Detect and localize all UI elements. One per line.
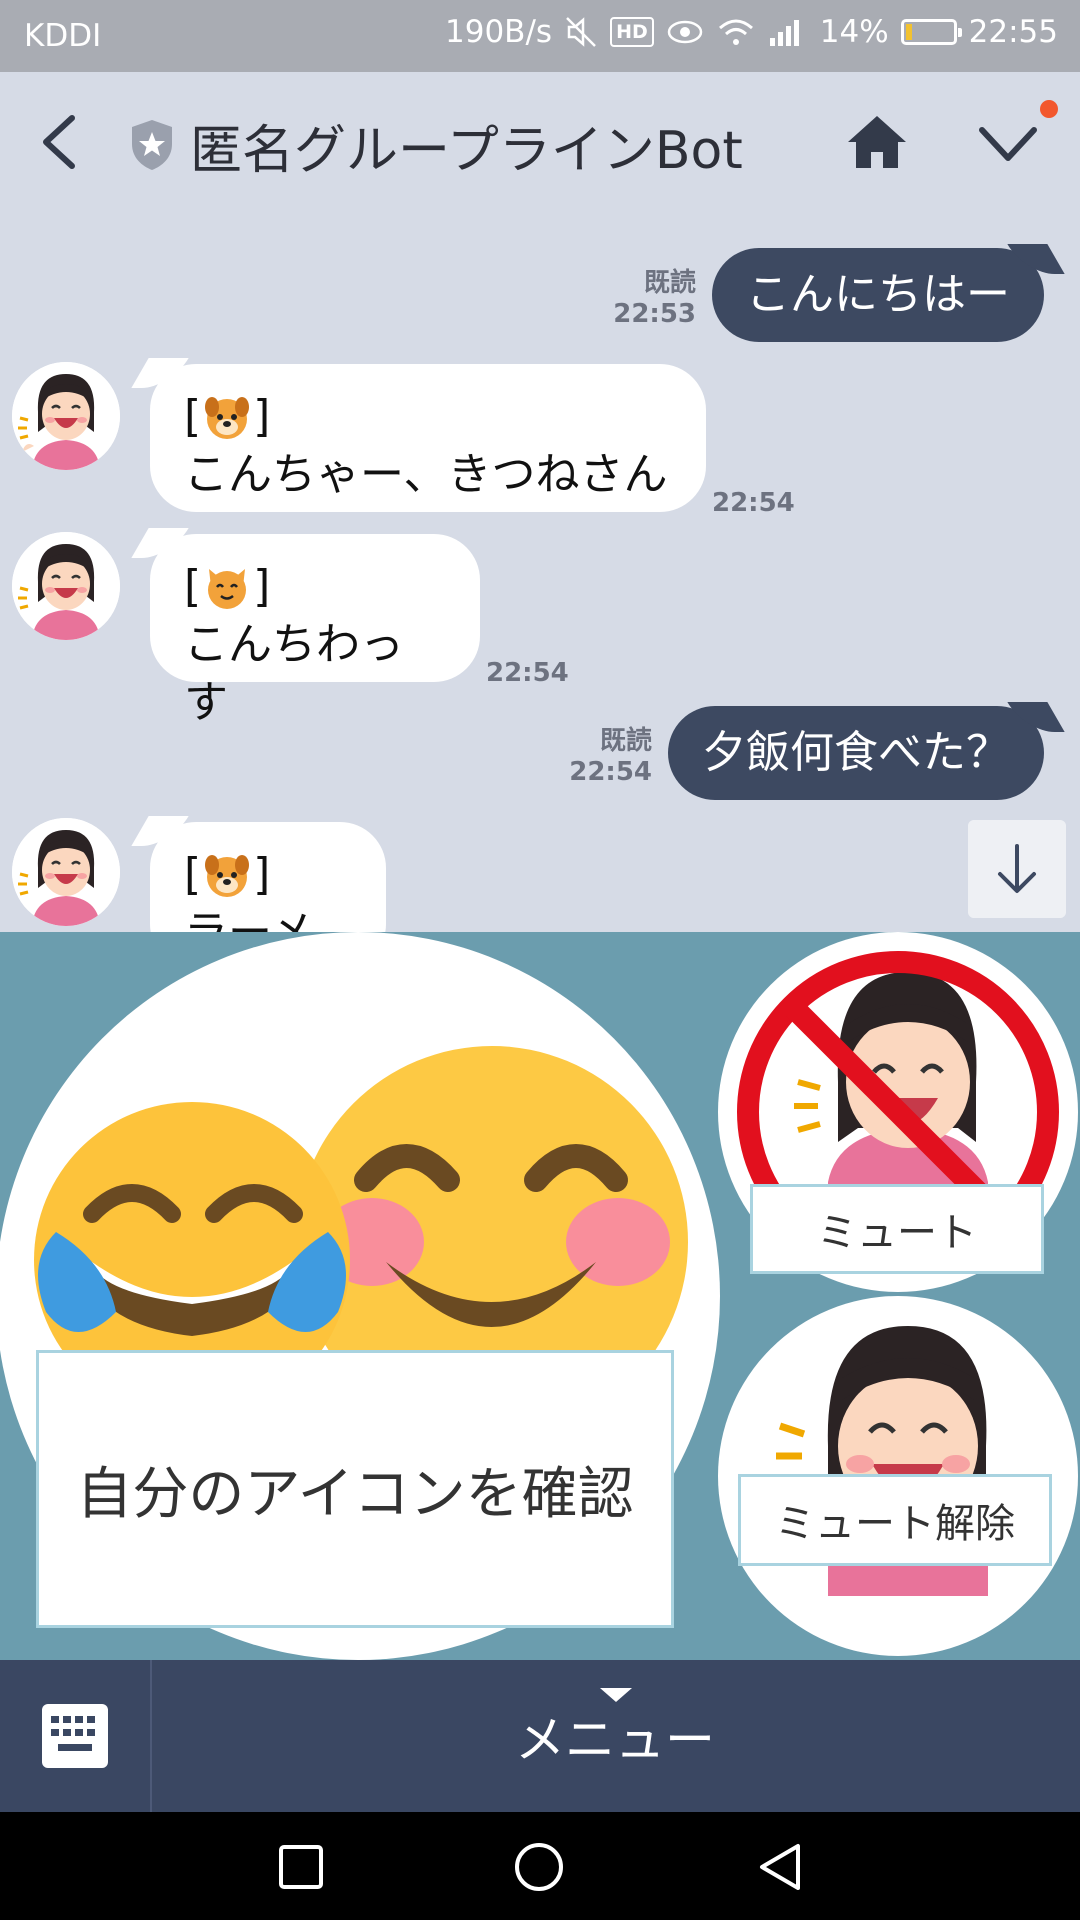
message-time: 22:54 bbox=[569, 757, 652, 787]
sender-tag: [ ] bbox=[184, 391, 271, 442]
network-speed: 190B/s bbox=[445, 14, 553, 50]
status-bar: KDDI 190B/s HD 14% 22:55 bbox=[0, 0, 1080, 72]
rich-menu: 自分のアイコンを確認 ミュート ミュート解除 bbox=[0, 932, 1080, 1660]
avatar[interactable] bbox=[12, 818, 120, 926]
wifi-icon bbox=[718, 19, 753, 45]
read-receipt: 既読 22:54 bbox=[556, 720, 652, 787]
check-icon-tile[interactable]: 自分のアイコンを確認 bbox=[0, 932, 720, 1660]
chat-title: 匿名グループラインBot bbox=[190, 121, 743, 181]
menu-label: メニュー bbox=[515, 1711, 715, 1769]
carrier-name: KDDI bbox=[24, 18, 102, 54]
chat-header: 匿名グループラインBot bbox=[0, 72, 1080, 212]
message-text: ラーメン bbox=[184, 904, 352, 932]
home-icon[interactable] bbox=[846, 112, 908, 172]
sender-tag: [ ] bbox=[184, 561, 271, 612]
message-time: 22:54 bbox=[486, 658, 569, 688]
chat-area[interactable]: 既読 22:53 こんにちはー [ ] こんちゃー、きつねさん 22:54 [ … bbox=[0, 212, 1080, 932]
message-text: 夕飯何食べた？ bbox=[702, 727, 1010, 778]
message-time: 22:53 bbox=[613, 299, 696, 329]
girl-avatar-icon bbox=[12, 818, 120, 926]
incoming-message[interactable]: [ ] こんちゃー、きつねさん bbox=[150, 364, 706, 512]
shield-star-icon bbox=[132, 120, 172, 170]
battery-icon bbox=[900, 19, 962, 45]
dog-face-icon bbox=[203, 851, 251, 899]
unmute-label: ミュート解除 bbox=[775, 1501, 1015, 1547]
check-my-icon-button[interactable]: 自分のアイコンを確認 bbox=[36, 1350, 674, 1628]
notification-dot bbox=[1040, 100, 1058, 118]
check-my-icon-label: 自分のアイコンを確認 bbox=[76, 1461, 634, 1527]
menu-toggle[interactable]: メニュー bbox=[150, 1660, 1080, 1812]
hd-badge: HD bbox=[610, 17, 654, 47]
girl-avatar-icon bbox=[12, 532, 120, 640]
home-circle-icon[interactable] bbox=[514, 1842, 564, 1892]
unmute-button[interactable]: ミュート解除 bbox=[738, 1474, 1052, 1566]
mute-button[interactable]: ミュート bbox=[750, 1184, 1044, 1274]
message-text: こんちわっす bbox=[184, 619, 404, 728]
incoming-message[interactable]: [ ] ラーメン bbox=[150, 822, 386, 932]
avatar[interactable] bbox=[12, 532, 120, 640]
chevron-down-icon[interactable] bbox=[976, 118, 1040, 168]
incoming-message[interactable]: [ ] こんちわっす bbox=[150, 534, 480, 728]
clock: 22:55 bbox=[968, 14, 1058, 50]
message-time: 22:54 bbox=[712, 488, 795, 518]
unmute-tile[interactable]: ミュート解除 bbox=[718, 1296, 1078, 1656]
outgoing-message[interactable]: 夕飯何食べた？ bbox=[668, 706, 1044, 800]
menu-bar: メニュー bbox=[0, 1660, 1080, 1812]
system-nav-bar bbox=[0, 1812, 1080, 1920]
chevron-left-icon[interactable] bbox=[38, 112, 82, 172]
mute-icon bbox=[566, 17, 596, 47]
mute-label: ミュート bbox=[817, 1210, 977, 1256]
keyboard-toggle[interactable] bbox=[0, 1660, 152, 1812]
message-text: こんちゃー、きつねさん bbox=[184, 449, 668, 500]
dog-face-icon bbox=[203, 393, 251, 441]
message-text: こんにちはー bbox=[746, 269, 1010, 320]
girl-avatar-icon bbox=[12, 362, 120, 470]
mute-tile[interactable]: ミュート bbox=[718, 932, 1078, 1292]
back-triangle-icon[interactable] bbox=[756, 1842, 804, 1892]
keyboard-icon bbox=[42, 1704, 108, 1768]
outgoing-message[interactable]: こんにちはー bbox=[712, 248, 1044, 342]
cat-face-icon bbox=[203, 563, 251, 611]
signal-icon bbox=[769, 20, 799, 46]
avatar[interactable] bbox=[12, 362, 120, 470]
battery-percent: 14% bbox=[819, 14, 889, 50]
sender-tag: [ ] bbox=[184, 849, 271, 900]
status-icons: 190B/s HD 14% 22:55 bbox=[445, 14, 1058, 50]
recent-apps-icon[interactable] bbox=[278, 1844, 324, 1890]
eye-icon bbox=[667, 20, 702, 44]
scroll-down-icon[interactable] bbox=[968, 820, 1066, 918]
read-receipt: 既読 22:53 bbox=[600, 262, 696, 329]
